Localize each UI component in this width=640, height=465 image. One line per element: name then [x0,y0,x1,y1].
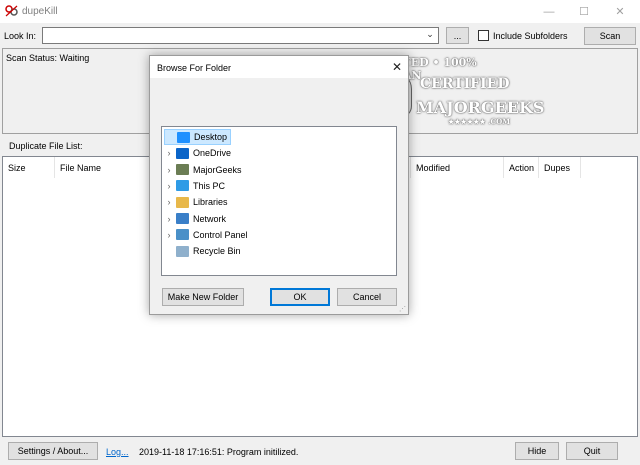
make-new-folder-button[interactable]: Make New Folder [162,288,244,306]
chevron-right-icon[interactable]: › [164,197,174,207]
folder-tree-item-label: Desktop [194,132,228,142]
scan-button[interactable]: Scan [584,27,636,45]
settings-about-button[interactable]: Settings / About... [8,442,98,460]
column-header-modified[interactable]: Modified [411,157,504,178]
user-icon [176,164,189,176]
folder-tree-item-label: This PC [193,180,226,191]
control-panel-icon [176,229,189,241]
browse-button[interactable]: ... [446,27,469,44]
resize-grip-icon[interactable]: ⋰ [399,305,406,313]
browse-folder-dialog: Browse For Folder ✕ Desktop › OneDrive › Maj… [149,55,409,315]
app-icon [5,5,18,17]
folder-tree-item[interactable]: Desktop [164,129,232,145]
watermark-line-2: CERTIFIED [420,76,510,92]
recycle-bin-icon [176,245,189,257]
folder-tree-item[interactable]: › This PC [164,178,225,194]
folder-tree-item[interactable]: › Control Panel [164,227,248,243]
dialog-title-bar: Browse For Folder ✕ [150,56,408,78]
minimize-button[interactable]: — [531,0,567,23]
log-link[interactable]: Log... [106,447,129,457]
ok-button[interactable]: OK [270,288,330,306]
chevron-right-icon[interactable]: › [164,181,174,191]
cancel-button[interactable]: Cancel [337,288,397,306]
scan-status-text: Scan Status: Waiting [6,53,90,63]
chevron-right-icon[interactable]: › [164,230,174,240]
folder-tree-item-label: Recycle Bin [193,246,241,257]
quit-button[interactable]: Quit [566,442,618,460]
folder-tree-item[interactable]: Recycle Bin [164,243,241,259]
network-icon [176,213,189,224]
include-subfolders-label: Include Subfolders [493,31,568,41]
log-status-text: 2019-11-18 17:16:51: Program initilized. [139,447,299,457]
close-button[interactable]: ✕ [602,0,638,23]
folder-tree-item[interactable]: › OneDrive [164,145,231,161]
column-header-size[interactable]: Size [3,157,55,178]
look-in-combobox[interactable]: ⌄ [42,27,439,44]
folder-tree-item-label: Libraries [193,197,228,208]
dialog-title: Browse For Folder [157,63,232,73]
desktop-icon [177,131,190,143]
folder-tree-item[interactable]: › Network [164,211,226,227]
chevron-right-icon[interactable]: › [164,165,174,175]
folder-tree-item-label: MajorGeeks [193,164,242,175]
window-title: dupeKill [22,6,58,17]
title-bar: dupeKill — ☐ ✕ [0,0,640,23]
watermark-line-3: MAJORGEEKS [416,98,545,117]
include-subfolders-checkbox[interactable] [478,30,489,41]
dialog-close-button[interactable]: ✕ [392,60,402,74]
chevron-right-icon[interactable]: › [164,214,174,224]
chevron-right-icon[interactable]: › [164,148,174,158]
folder-icon [176,196,189,208]
cloud-icon [176,147,189,159]
duplicate-list-label: Duplicate File List: [9,141,83,151]
chevron-down-icon[interactable]: ⌄ [424,29,436,42]
folder-tree-item-label: Control Panel [193,229,248,240]
folder-tree-item-label: Network [193,213,227,224]
column-header-dupes[interactable]: Dupes [539,157,581,178]
watermark-line-4: ★★★★★★ .COM [448,117,510,126]
folder-tree-item-label: OneDrive [193,148,232,159]
hide-button[interactable]: Hide [515,442,559,460]
look-in-label: Look In: [4,31,37,41]
folder-tree-item[interactable]: › Libraries [164,194,228,210]
folder-tree-item[interactable]: › MajorGeeks [164,162,242,178]
computer-icon [176,180,189,192]
maximize-button[interactable]: ☐ [566,0,602,23]
column-header-action[interactable]: Action [504,157,539,178]
folder-tree[interactable]: Desktop › OneDrive › MajorGeeks › This PC › Libr… [161,126,397,276]
